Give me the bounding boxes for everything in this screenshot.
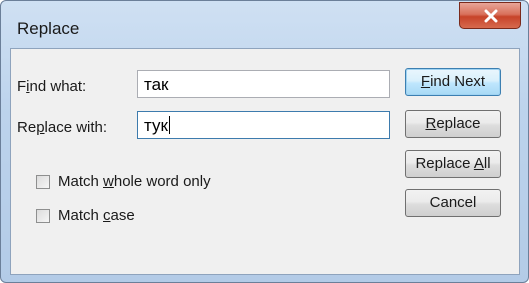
find-what-input[interactable]: так <box>137 70 390 98</box>
cancel-button[interactable]: Cancel <box>405 189 501 217</box>
replace-all-button[interactable]: Replace All <box>405 150 501 178</box>
text-caret <box>168 116 170 134</box>
match-case-label: Match case <box>58 207 135 224</box>
close-icon <box>484 9 498 23</box>
find-next-button[interactable]: Find Next <box>405 68 501 96</box>
match-whole-word-label: Match whole word only <box>58 173 211 190</box>
replace-with-input[interactable]: тук <box>137 111 390 139</box>
title-bar[interactable]: Replace <box>1 1 528 47</box>
match-whole-word-checkbox[interactable] <box>36 175 50 189</box>
close-button[interactable] <box>459 2 521 29</box>
replace-dialog: Replace Find what: так Replace with: тук… <box>0 0 529 283</box>
replace-button[interactable]: Replace <box>405 110 501 138</box>
find-what-label: Find what: <box>17 78 87 95</box>
match-case-checkbox[interactable] <box>36 209 50 223</box>
replace-with-label: Replace with: <box>17 119 108 136</box>
dialog-title: Replace <box>17 19 80 38</box>
dialog-client-area: Find what: так Replace with: тук Match w… <box>10 48 520 275</box>
